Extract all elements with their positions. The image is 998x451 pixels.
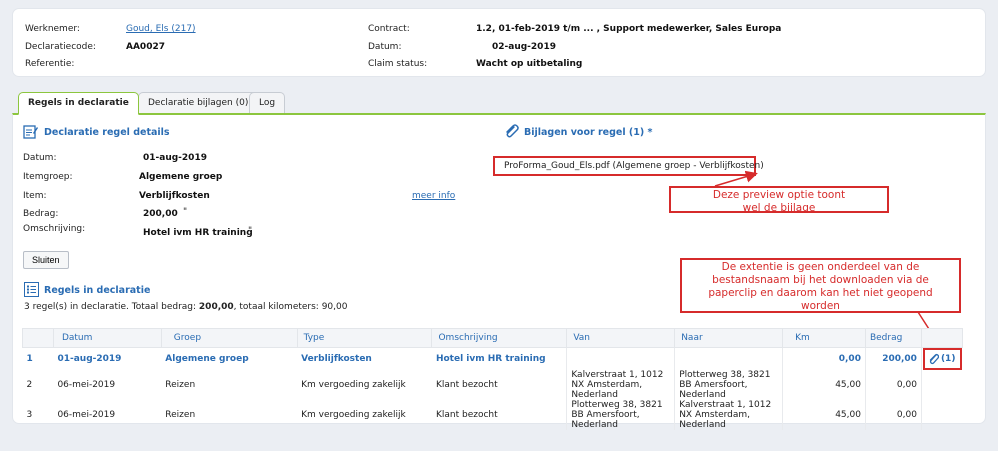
row-type: Km vergoeding zakelijk [301,380,406,390]
row-naar: Plotterweg 38, 3821 BB Amersfoort, Neder… [674,370,783,400]
tab-label: Regels in declaratie [28,98,129,108]
row-omschrijving: Klant bezocht [435,410,498,420]
attachment-count[interactable]: (1) [941,354,956,364]
column-naar[interactable]: Naar [674,328,783,348]
column-type[interactable]: Type [296,328,432,348]
row-km: 0,00 [782,347,866,370]
extension-annotation: De extentie is geen onderdeel van de bes… [680,258,961,313]
preview-arrow [714,170,758,187]
row-van: Plotterweg 38, 3821 BB Amersfoort, Neder… [566,400,675,430]
tab-regels-in-declaratie[interactable]: Regels in declaratie [18,92,139,115]
row-datum: 06-mei-2019 [57,410,116,420]
lines-title: Regels in declaratie [44,285,151,296]
row-nr: 3 [26,410,33,420]
column-groep[interactable]: Groep [160,328,298,348]
row-naar: Kalverstraat 1, 1012 NX Amsterdam, Neder… [674,400,783,430]
lines-summary: 3 regel(s) in declaratie. Totaal bedrag:… [24,302,347,312]
row-type: Km vergoeding zakelijk [301,410,406,420]
row-bedrag: 0,00 [864,400,922,430]
row-groep: Algemene groep [165,354,249,364]
row-groep: Reizen [165,410,196,420]
row-bedrag: 0,00 [864,370,922,400]
row-attachment-cell [920,400,963,430]
column-omschrijving[interactable]: Omschrijving [431,328,567,348]
table-row[interactable]: 1 01-aug-2019 Algemene groep Verblijfkos… [23,347,963,370]
row-km: 45,00 [782,370,866,400]
row-attachment-cell [920,370,963,400]
table-row[interactable]: 3 06-mei-2019 Reizen Km vergoeding zakel… [23,400,963,430]
column-attachment [920,328,964,348]
row-omschrijving: Klant bezocht [435,380,498,390]
row-van: Kalverstraat 1, 1012 NX Amsterdam, Neder… [566,370,675,400]
row-datum: 01-aug-2019 [57,354,122,364]
column-nr [22,328,54,348]
column-datum[interactable]: Datum [52,328,162,348]
row-type: Verblijfkosten [301,354,372,364]
summary-prefix: 3 regel(s) in declaratie. Totaal bedrag: [24,302,199,312]
row-nr: 2 [26,380,33,390]
row-attachment-cell[interactable]: (1) [920,347,963,370]
row-groep: Reizen [165,380,196,390]
row-nr: 1 [26,354,33,364]
summary-suffix: , totaal kilometers: 90,00 [233,302,348,312]
row-bedrag: 200,00 [864,347,922,370]
column-km[interactable]: Km [782,328,866,348]
table-row[interactable]: 2 06-mei-2019 Reizen Km vergoeding zakel… [23,370,963,400]
row-van [566,347,675,370]
table-header-row: Datum Groep Type Omschrijving Van Naar K… [22,328,964,348]
row-omschrijving: Hotel ivm HR training [435,354,546,364]
lines-table: Datum Groep Type Omschrijving Van Naar K… [22,328,964,430]
preview-annotation: Deze preview optie toont wel de bijlage [669,186,889,214]
summary-amount: 200,00 [198,302,234,312]
column-van[interactable]: Van [566,328,675,348]
paperclip-icon[interactable] [928,353,940,365]
row-naar [674,347,783,370]
row-km: 45,00 [782,400,866,430]
row-datum: 06-mei-2019 [57,380,116,390]
list-icon [24,282,39,297]
row-attachment-highlight[interactable]: (1) [922,348,962,370]
column-bedrag[interactable]: Bedrag [864,328,922,348]
